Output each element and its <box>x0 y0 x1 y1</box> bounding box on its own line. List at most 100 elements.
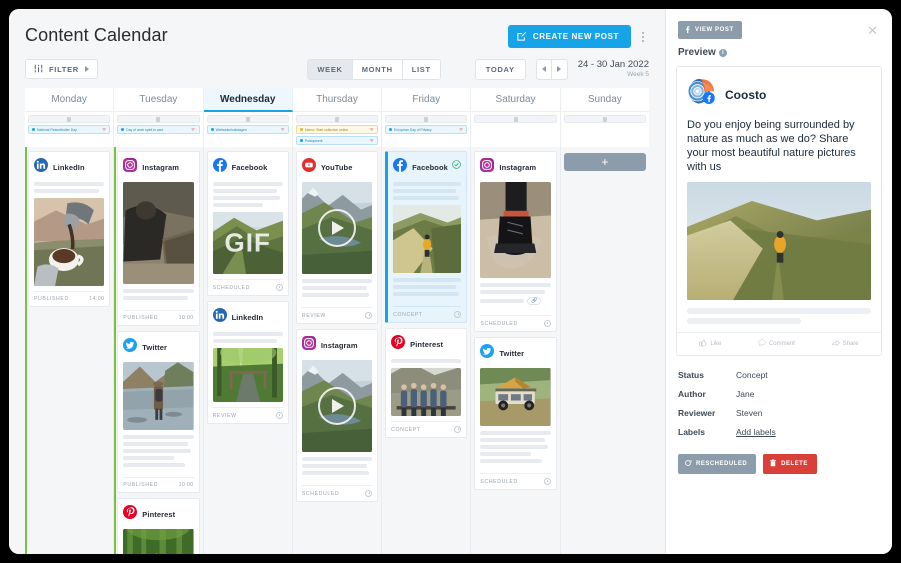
event-dot-icon <box>210 128 214 131</box>
placeholder-line <box>480 431 551 435</box>
event-dot-icon <box>32 128 35 131</box>
event-chip[interactable]: Memo: Start collective online 📅 <box>295 125 379 134</box>
post-thumbnail[interactable] <box>123 362 194 430</box>
post-card-header: Instagram <box>301 336 372 355</box>
post-card[interactable]: YouTube REVIEW <box>295 151 379 324</box>
more-options-icon[interactable] <box>637 28 649 46</box>
post-card[interactable]: Instagram PUBLISHED 10:00 <box>117 151 200 326</box>
post-thumbnail[interactable] <box>123 182 194 284</box>
post-thumbnail[interactable] <box>301 360 373 452</box>
day-header-tuesday[interactable]: Tuesday <box>114 88 204 112</box>
placeholder-line <box>301 286 367 290</box>
clock-icon <box>543 320 551 327</box>
placeholder-line <box>123 463 186 467</box>
post-card[interactable]: Pinterest <box>117 498 200 554</box>
event-chip[interactable]: Postopwerk 📅 <box>295 136 379 145</box>
event-placeholder[interactable] <box>206 115 289 123</box>
pinterest-icon <box>391 335 406 354</box>
post-card-header: LinkedIn <box>212 308 283 327</box>
day-column-5: Instagram 🔗 SCHEDULED Twitter SCHEDULED <box>471 147 561 554</box>
placeholder-line <box>393 182 462 186</box>
event-placeholder[interactable] <box>295 115 379 123</box>
post-card-footer: SCHEDULED <box>301 485 373 501</box>
event-placeholder[interactable] <box>474 115 557 123</box>
event-chip[interactable]: National Peanutbutter Day 📅 <box>28 125 111 134</box>
metadata-row-reviewer: Reviewer Steven <box>678 408 880 418</box>
post-text-placeholder <box>393 182 462 200</box>
post-metadata: Status Concept Author Jane Reviewer Steven Lab… <box>666 356 892 446</box>
metadata-value[interactable]: Add labels <box>736 427 776 437</box>
add-post-button[interactable]: + <box>563 153 646 171</box>
event-chip-label: Webwinkelvakdagen <box>215 127 247 132</box>
event-dot-icon <box>389 128 393 131</box>
day-header-friday[interactable]: Friday <box>382 88 472 112</box>
event-chip[interactable]: Webwinkelvakdagen 📅 <box>206 125 289 134</box>
view-post-button[interactable]: VIEW POST <box>678 21 742 39</box>
event-placeholder[interactable] <box>563 115 646 123</box>
pinterest-icon <box>123 505 138 524</box>
post-network-label: Pinterest <box>410 340 444 349</box>
note-icon <box>513 116 518 122</box>
post-card[interactable]: Twitter PUBLISHED 10:00 <box>117 331 200 493</box>
post-thumbnail[interactable] <box>480 182 551 278</box>
filter-button[interactable]: FILTER <box>25 59 98 79</box>
post-card[interactable]: Facebook CONCEPT <box>385 151 468 323</box>
view-list[interactable]: LIST <box>403 60 440 79</box>
post-network-label: Pinterest <box>142 510 176 519</box>
post-card[interactable]: LinkedIn PUBLISHED 14:00 <box>28 151 111 307</box>
post-card[interactable]: Facebook GIF SCHEDULED <box>206 151 289 296</box>
comment-action[interactable]: Comment <box>758 339 795 349</box>
post-card-header: LinkedIn <box>34 158 104 177</box>
date-range-label: 24 - 30 Jan 2022 <box>577 59 649 71</box>
day-header-wednesday[interactable]: Wednesday <box>203 88 293 112</box>
info-icon[interactable]: i <box>718 48 727 57</box>
post-card[interactable]: Pinterest CONCEPT <box>385 328 468 438</box>
post-thumbnail[interactable] <box>480 368 551 426</box>
event-dot-icon <box>121 128 125 131</box>
post-thumbnail[interactable] <box>393 205 462 273</box>
today-button[interactable]: TODAY <box>474 58 526 80</box>
close-icon[interactable]: ✕ <box>865 24 880 37</box>
calendar-mini-icon: 📅 <box>369 138 375 143</box>
like-action[interactable]: Like <box>699 339 721 349</box>
post-card[interactable]: Twitter SCHEDULED <box>474 337 557 490</box>
post-thumbnail[interactable] <box>123 529 194 554</box>
post-thumbnail[interactable] <box>391 368 462 416</box>
post-text-placeholder-after <box>393 278 462 296</box>
post-thumbnail[interactable] <box>212 348 283 402</box>
view-week[interactable]: WEEK <box>308 59 353 79</box>
view-month[interactable]: MONTH <box>353 59 403 79</box>
event-placeholder[interactable] <box>28 115 111 123</box>
post-thumbnail[interactable]: GIF <box>212 212 283 274</box>
post-card-footer: PUBLISHED 14:00 <box>34 291 105 306</box>
post-card[interactable]: Instagram SCHEDULED <box>295 329 379 502</box>
post-card[interactable]: Instagram 🔗 SCHEDULED <box>474 151 557 332</box>
week-navigation <box>535 58 568 80</box>
post-card-footer: CONCEPT <box>393 306 462 322</box>
approved-check-icon <box>452 156 462 174</box>
create-new-post-button[interactable]: CREATE NEW POST <box>507 25 631 48</box>
day-column-0: LinkedIn PUBLISHED 14:00 <box>25 147 115 554</box>
placeholder-line <box>212 332 283 336</box>
comment-label: Comment <box>768 341 795 348</box>
post-text-placeholder <box>212 182 283 207</box>
share-action[interactable]: Share <box>831 339 859 349</box>
day-header-monday[interactable]: Monday <box>25 88 115 112</box>
delete-button[interactable]: DELETE <box>763 454 817 475</box>
event-placeholder[interactable] <box>385 115 468 123</box>
reschedule-button[interactable]: RESCHEDULED <box>678 454 757 475</box>
post-card[interactable]: LinkedIn REVIEW <box>206 301 289 424</box>
day-header-saturday[interactable]: Saturday <box>471 88 561 112</box>
event-chip[interactable]: Day of work spirit in care 📅 <box>117 125 200 134</box>
event-placeholder[interactable] <box>117 115 200 123</box>
event-chip[interactable]: European Day of Privacy 📅 <box>385 125 468 134</box>
post-thumbnail[interactable] <box>301 182 373 274</box>
post-thumbnail[interactable] <box>34 198 105 286</box>
play-button-icon[interactable] <box>317 209 356 247</box>
day-header-sunday[interactable]: Sunday <box>560 88 649 112</box>
next-week-button[interactable] <box>552 60 567 79</box>
play-button-icon[interactable] <box>317 387 356 425</box>
day-header-thursday[interactable]: Thursday <box>292 88 383 112</box>
previous-week-button[interactable] <box>537 59 552 79</box>
event-column-1: Day of work spirit in care 📅 <box>114 112 204 147</box>
